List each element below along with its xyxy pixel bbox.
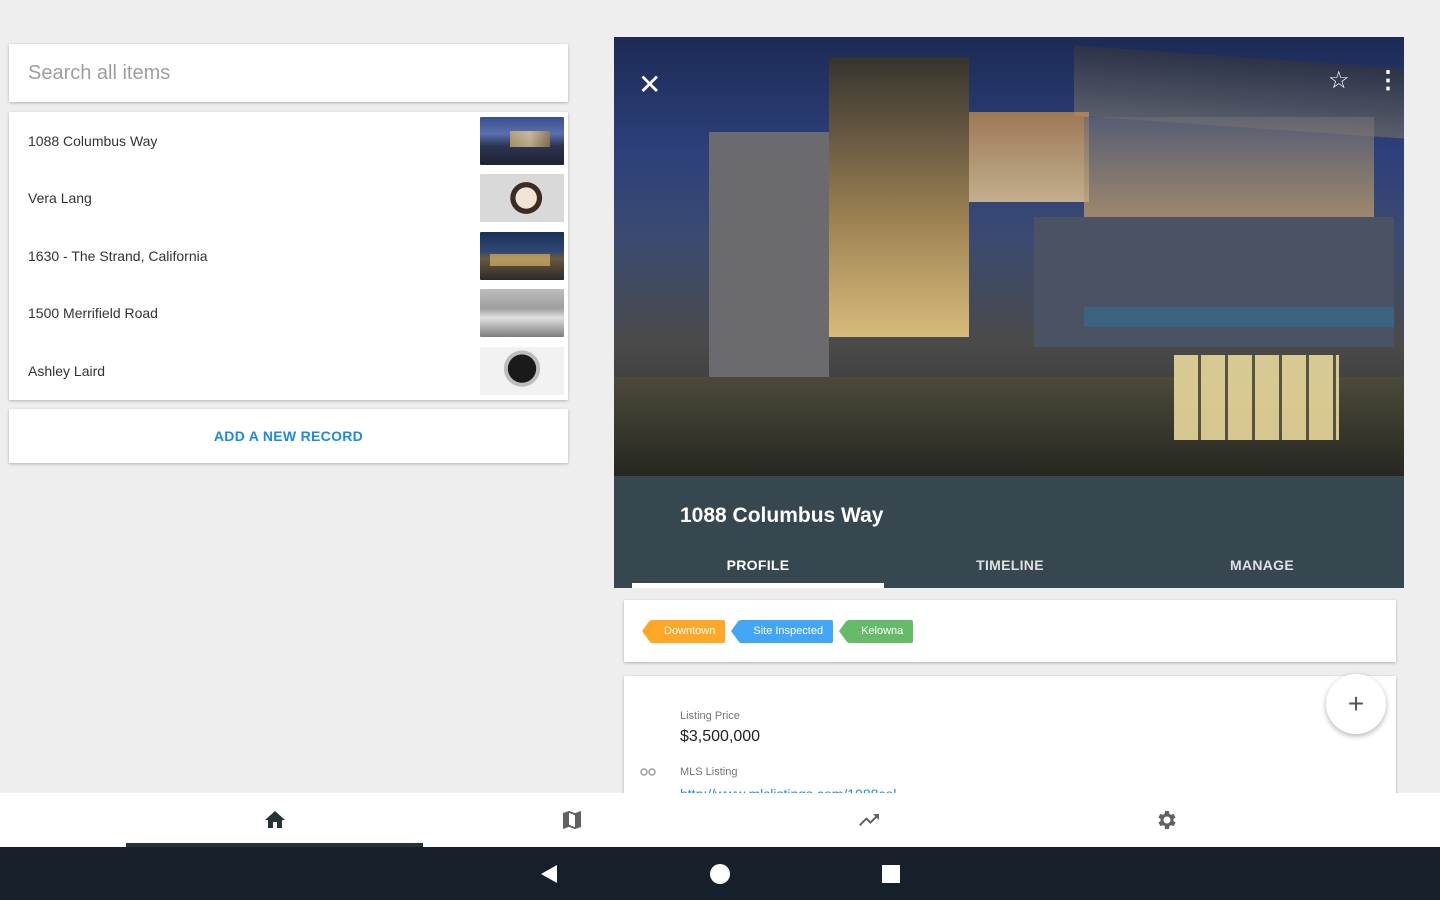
nav-map[interactable] [423,793,720,847]
list-item[interactable]: Ashley Laird [9,342,568,400]
list-item-label: Vera Lang [28,190,92,207]
list-item[interactable]: Vera Lang [9,170,568,228]
tab-manage[interactable]: MANAGE [1136,542,1388,588]
tag-kelowna[interactable]: Kelowna [839,619,914,643]
record-detail-panel: ✕ ☆ ⋮ 1088 Columbus Way PROFILE TIMELINE… [614,37,1404,588]
records-list: 1088 Columbus Way Vera Lang 1630 - The S… [9,112,568,400]
add-fab-button[interactable]: + [1326,674,1386,734]
list-item-label: 1630 - The Strand, California [28,247,208,264]
system-navigation-bar [0,847,1440,900]
settings-icon [1157,811,1176,829]
bottom-navigation [0,793,1440,847]
list-item[interactable]: 1088 Columbus Way [9,112,568,170]
star-icon[interactable]: ☆ [1328,69,1350,93]
detail-title: 1088 Columbus Way [680,504,884,527]
person-thumbnail [480,346,564,395]
back-button[interactable] [539,863,559,885]
tab-timeline[interactable]: TIMELINE [884,542,1136,588]
recents-icon [882,864,900,883]
map-icon [562,811,581,829]
mls-listing-label: MLS Listing [680,766,738,778]
nav-home[interactable] [126,793,423,847]
person-thumbnail [480,174,564,223]
listing-price-value: $3,500,000 [680,728,761,745]
add-record-button[interactable]: ADD A NEW RECORD [214,428,363,444]
listing-price-label: Listing Price [680,710,740,722]
tag-downtown[interactable]: Downtown [641,619,726,643]
profile-info-card: Listing Price $3,500,000 MLS Listing htt… [624,676,1396,806]
recents-button[interactable] [881,864,901,884]
list-item[interactable]: 1630 - The Strand, California [9,227,568,285]
list-item-label: 1500 Merrifield Road [28,305,158,322]
tags-card: Downtown Site Inspected Kelowna [624,600,1396,662]
trending-icon [858,814,879,826]
nav-trending[interactable] [720,793,1017,847]
more-vert-icon[interactable]: ⋮ [1376,69,1400,93]
home-icon [264,811,285,828]
search-bar[interactable] [9,44,568,102]
home-circle-icon [710,863,730,884]
back-icon [541,864,557,883]
interior-thumbnail [480,289,564,338]
search-input[interactable] [28,61,568,85]
house-thumbnail [480,116,564,165]
list-item[interactable]: 1500 Merrifield Road [9,285,568,343]
nav-settings[interactable] [1017,793,1314,847]
tag-site-inspected[interactable]: Site Inspected [731,619,834,643]
link-icon [640,766,656,780]
list-item-label: Ashley Laird [28,362,106,379]
list-item-label: 1088 Columbus Way [28,132,158,149]
close-icon[interactable]: ✕ [638,71,661,99]
home-button[interactable] [709,863,731,885]
add-record-card: ADD A NEW RECORD [9,409,568,463]
tab-profile[interactable]: PROFILE [632,542,884,588]
detail-tabs: PROFILE TIMELINE MANAGE [632,542,1388,588]
house-thumbnail [480,231,564,280]
property-hero-image [614,37,1404,476]
